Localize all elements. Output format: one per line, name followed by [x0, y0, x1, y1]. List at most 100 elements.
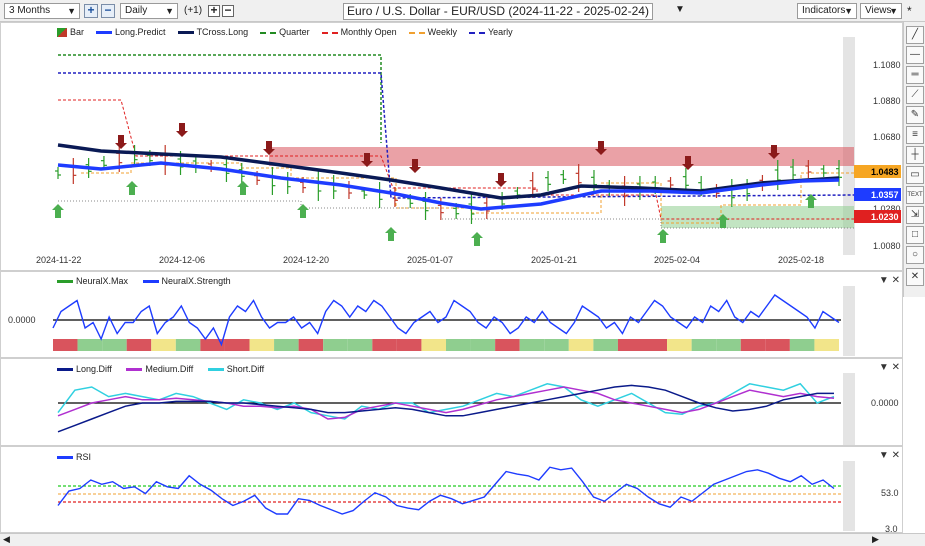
signal-band-cell: [667, 339, 692, 351]
zoom-in-button[interactable]: +: [84, 4, 98, 18]
period-select[interactable]: 3 Months ▼: [4, 3, 80, 19]
buy-arrow-icon: [805, 194, 817, 208]
signal-band-cell: [323, 339, 348, 351]
signal-band-cell: [421, 339, 446, 351]
signal-band-cell: [495, 339, 520, 351]
sell-arrow-icon: [495, 173, 507, 187]
signal-band-cell: [347, 339, 373, 351]
rsi-axis-label: 53.0: [881, 488, 899, 498]
period-select-value: 3 Months: [9, 5, 51, 16]
axis-scroll: [843, 461, 855, 531]
indicators-label: Indicators: [802, 5, 846, 16]
buy-arrow-icon: [297, 204, 309, 218]
signal-band-cell: [175, 339, 201, 351]
signal-band-cell: [53, 339, 78, 351]
top-toolbar: 3 Months ▼ + − Daily ▼ (+1) + − Euro / U…: [0, 0, 925, 22]
price-axis-label: 1.1080: [873, 60, 901, 70]
pin-icon[interactable]: *: [907, 4, 912, 18]
offset-minus-button[interactable]: −: [222, 4, 234, 17]
scroll-right-icon[interactable]: ▶: [872, 534, 879, 545]
chevron-down-icon: ▼: [889, 6, 898, 16]
signal-band-cell: [151, 339, 176, 351]
buy-arrow-icon: [237, 181, 249, 195]
diff-axis-label: 0.0000: [871, 398, 899, 408]
signal-band-cell: [249, 339, 275, 351]
price-chart: 1.10801.08801.06801.02801.00801.04831.03…: [36, 37, 901, 265]
support-zone: [661, 206, 854, 228]
neural-chart: 0.0000: [8, 286, 855, 356]
pen-tool-icon[interactable]: ✎: [906, 106, 924, 124]
views-label: Views: [865, 5, 892, 16]
diff-pane[interactable]: Long.Diff Medium.Diff Short.Diff ▼ ✕ 0.0…: [0, 358, 903, 446]
signal-band-cell: [519, 339, 545, 351]
offset-plus-button[interactable]: +: [208, 4, 220, 17]
signal-band-cell: [740, 339, 766, 351]
line-tool-icon[interactable]: ╱: [906, 26, 924, 44]
signal-band-cell: [298, 339, 324, 351]
signal-band-cell: [77, 339, 103, 351]
ray-tool-icon[interactable]: ⟋: [906, 86, 924, 104]
rectangle-tool-icon[interactable]: □: [906, 226, 924, 244]
signal-band-cell: [716, 339, 741, 351]
diff-chart: 0.0000: [57, 373, 899, 445]
quarter-line: [58, 54, 382, 143]
signal-band-cell: [446, 339, 471, 351]
signal-band-cell: [470, 339, 496, 351]
chevron-down-icon: ▼: [844, 6, 853, 16]
comment-tool-icon[interactable]: ▭: [906, 166, 924, 184]
yearly-line: [58, 72, 855, 199]
price-pane[interactable]: Bar Long.Predict TCross.Long Quarter Monthly…: [0, 22, 903, 271]
axis-scroll: [843, 373, 855, 445]
signal-band-cell: [642, 339, 668, 351]
hline-tool-icon[interactable]: ═: [906, 66, 924, 84]
chevron-down-icon: ▼: [165, 6, 174, 16]
price-tag-label: 1.0230: [871, 212, 899, 222]
scroll-left-icon[interactable]: ◀: [3, 534, 10, 545]
date-axis-label: 2024-12-06: [159, 255, 205, 265]
fibonacci-tool-icon[interactable]: ≡: [906, 126, 924, 144]
signal-band-cell: [396, 339, 422, 351]
signal-band-cell: [593, 339, 618, 351]
horizontal-scrollbar[interactable]: ◀ ▶: [0, 533, 925, 546]
axis-scroll: [843, 286, 855, 356]
buy-arrow-icon: [52, 204, 64, 218]
circle-tool-icon[interactable]: ○: [906, 246, 924, 264]
rsi-line: [57, 466, 835, 515]
drawing-toolbar: ╱ — ═ ⟋ ✎ ≡ ┼ ▭ TEXT ⇲ □ ○ ✕: [903, 22, 925, 297]
signal-band-cell: [789, 339, 815, 351]
views-button[interactable]: Views ▼: [860, 3, 902, 19]
signal-band-cell: [372, 339, 397, 351]
long-diff-line: [57, 384, 834, 433]
long-predict-line: [57, 161, 840, 211]
buy-arrow-icon: [471, 232, 483, 246]
date-axis-label: 2024-11-22: [36, 255, 81, 265]
text-tool-icon[interactable]: TEXT: [906, 186, 924, 204]
buy-arrow-icon: [126, 181, 138, 195]
neural-pane[interactable]: NeuralX.Max NeuralX.Strength ▼ ✕ 0.0000: [0, 271, 903, 358]
rsi-chart: 53.03.0: [57, 461, 899, 534]
sell-arrow-icon: [176, 123, 188, 137]
buy-arrow-icon: [657, 229, 669, 243]
rsi-pane[interactable]: RSI ▼ ✕ 53.0 3.0: [0, 446, 903, 534]
date-axis-label: 2024-12-20: [283, 255, 329, 265]
symbol-title-text: Euro / U.S. Dollar - EUR/USD (2024-11-22…: [347, 4, 649, 18]
delete-tool-icon[interactable]: ✕: [906, 268, 924, 286]
zoom-out-button[interactable]: −: [101, 4, 115, 18]
price-axis-label: 1.0680: [873, 132, 901, 142]
chevron-down-icon: ▼: [67, 6, 76, 16]
symbol-title[interactable]: Euro / U.S. Dollar - EUR/USD (2024-11-22…: [343, 3, 653, 20]
title-dropdown-icon[interactable]: ▼: [675, 4, 685, 15]
indicators-button[interactable]: Indicators ▼: [797, 3, 857, 19]
signal-band-cell: [274, 339, 299, 351]
price-axis-label: 1.0880: [873, 96, 901, 106]
horizontal-line-tool-icon[interactable]: —: [906, 46, 924, 64]
signal-band-cell: [617, 339, 643, 351]
price-tag-label: 1.0483: [871, 167, 899, 177]
marker-tool-icon[interactable]: ⇲: [906, 206, 924, 224]
interval-select-value: Daily: [125, 5, 148, 16]
signal-band-cell: [814, 339, 839, 351]
price-axis-label: 1.0080: [873, 241, 901, 251]
interval-select[interactable]: Daily ▼: [120, 3, 178, 19]
crosshair-tool-icon[interactable]: ┼: [906, 146, 924, 164]
signal-band-cell: [568, 339, 594, 351]
